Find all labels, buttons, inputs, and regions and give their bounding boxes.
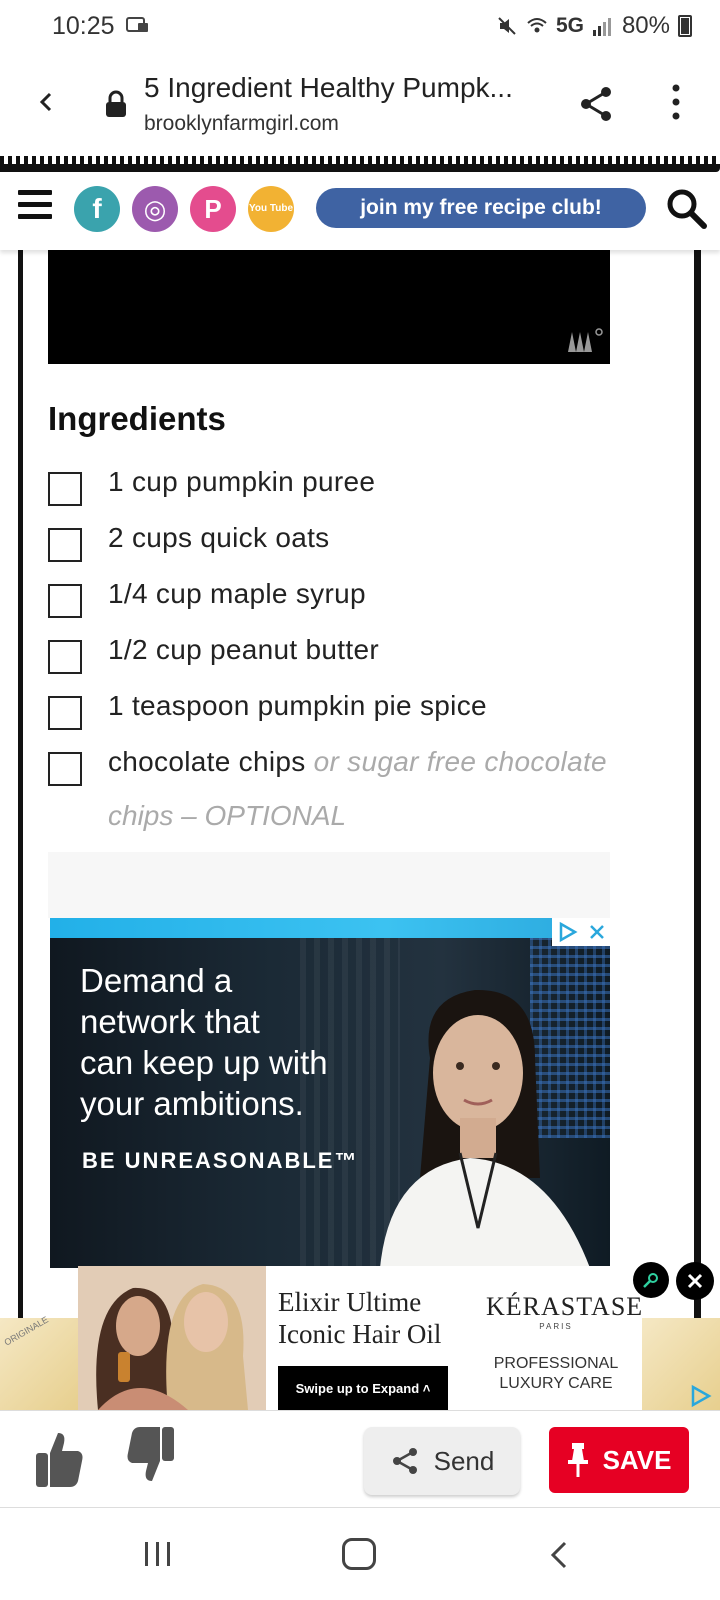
ad-close-icon[interactable] xyxy=(588,923,606,941)
network-ad[interactable]: Demand a network that can keep up with y… xyxy=(50,918,610,1268)
save-button[interactable]: SAVE xyxy=(549,1427,689,1493)
hair-ad-care-line: PROFESSIONAL xyxy=(493,1355,619,1372)
ingredient-item: 2 cups quick oats xyxy=(48,518,688,574)
page-title[interactable]: 5 Ingredient Healthy Pumpk... xyxy=(144,72,534,104)
ingredient-name: chocolate chips xyxy=(108,746,306,777)
ingredient-text: 2 cups quick oats xyxy=(108,522,330,553)
ingredient-text: chocolate chips or sugar free chocolate xyxy=(108,746,607,778)
ingredient-checkbox[interactable] xyxy=(48,696,82,730)
ad-close-button[interactable] xyxy=(676,1262,714,1300)
ingredients-heading: Ingredients xyxy=(48,400,226,437)
ad-headline-line: network that xyxy=(80,1003,260,1040)
ingredient-item: chocolate chips or sugar free chocolate … xyxy=(48,742,688,862)
hair-ad-models-image xyxy=(78,1266,266,1410)
hair-ad-care-line: LUXURY CARE xyxy=(499,1375,613,1392)
hair-ad-title-line: Elixir Ultime xyxy=(278,1287,422,1317)
menu-icon[interactable] xyxy=(18,190,52,220)
hair-ad-title: Elixir Ultime Iconic Hair Oil xyxy=(278,1286,441,1350)
swipe-expand-button[interactable]: Swipe up to Expand ˄ xyxy=(278,1366,448,1410)
status-time: 10:25 xyxy=(52,12,115,40)
ingredient-note: or sugar free chocolate xyxy=(313,746,607,777)
search-icon[interactable] xyxy=(664,186,708,230)
pinterest-icon[interactable]: P xyxy=(190,186,236,232)
ad-headline-line: your ambitions. xyxy=(80,1085,304,1122)
ad-choices-icon[interactable] xyxy=(557,921,579,943)
video-brand-logo-icon xyxy=(568,328,603,352)
ad-headline-line: can keep up with xyxy=(80,1044,328,1081)
notification-image-icon xyxy=(126,17,148,32)
lock-icon xyxy=(106,90,126,117)
status-indicators: 5G 80% xyxy=(496,12,692,40)
battery-percent: 80% xyxy=(621,12,670,39)
ingredient-item: 1 cup pumpkin puree xyxy=(48,462,688,518)
hair-oil-ad[interactable]: Elixir Ultime Iconic Hair Oil Swipe up t… xyxy=(78,1266,642,1410)
send-button[interactable]: Send xyxy=(364,1427,520,1495)
ingredient-checkbox[interactable] xyxy=(48,584,82,618)
content-frame-left xyxy=(18,250,23,1320)
page-url[interactable]: brooklynfarmgirl.com xyxy=(144,112,339,136)
video-player[interactable] xyxy=(48,250,610,364)
hair-ad-care-text: PROFESSIONAL LUXURY CARE xyxy=(478,1354,634,1394)
youtube-icon[interactable]: You Tube xyxy=(248,186,294,232)
hair-ad-strip-text: ORIGINALE xyxy=(2,1314,50,1348)
ingredient-item: 1/4 cup maple syrup xyxy=(48,574,688,630)
status-bar: 10:25 5G 80% xyxy=(0,0,720,52)
expand-link-icon[interactable] xyxy=(641,1270,661,1290)
ingredient-checkbox[interactable] xyxy=(48,528,82,562)
back-arrow-icon[interactable] xyxy=(32,88,60,116)
content-frame-right xyxy=(694,250,701,1320)
hair-ad-strip-left: ORIGINALE xyxy=(0,1314,78,1410)
battery-icon xyxy=(678,15,692,37)
ad-headline-line: Demand a xyxy=(80,962,233,999)
home-icon[interactable] xyxy=(342,1538,376,1570)
share-icon[interactable] xyxy=(576,84,616,124)
ad-choices[interactable] xyxy=(552,918,610,946)
ingredient-item: 1/2 cup peanut butter xyxy=(48,630,688,686)
ingredients-list: 1 cup pumpkin puree 2 cups quick oats 1/… xyxy=(48,462,688,862)
system-back-icon[interactable] xyxy=(548,1540,570,1570)
ad-placeholder xyxy=(48,852,610,918)
hair-ad-title-line: Iconic Hair Oil xyxy=(278,1319,442,1349)
ingredient-item: 1 teaspoon pumpkin pie spice xyxy=(48,686,688,742)
send-label: Send xyxy=(433,1445,495,1476)
browser-toolbar: 5 Ingredient Healthy Pumpk... brooklynfa… xyxy=(0,52,720,154)
ingredient-text: 1/4 cup maple syrup xyxy=(108,578,366,609)
recipe-club-button[interactable]: join my free recipe club! xyxy=(316,188,646,228)
more-options-icon[interactable] xyxy=(668,82,684,122)
send-share-icon xyxy=(392,1448,417,1474)
wifi-calling-icon xyxy=(527,18,547,33)
hair-ad-brand: KÉRASTASE xyxy=(486,1292,644,1321)
thumbs-down-icon[interactable] xyxy=(124,1425,178,1485)
recent-apps-icon[interactable] xyxy=(144,1540,172,1568)
screen: 10:25 5G 80% 5 Ingredient Healthy Pumpk.… xyxy=(0,0,720,1600)
ad-choices-icon[interactable] xyxy=(688,1384,714,1408)
system-navigation-bar xyxy=(0,1510,720,1600)
ad-top-bar xyxy=(50,918,610,938)
ingredient-text: 1 cup pumpkin puree xyxy=(108,466,376,497)
save-label: SAVE xyxy=(602,1444,672,1475)
pin-action-bar: Send SAVE xyxy=(0,1410,720,1508)
pin-icon xyxy=(567,1443,588,1477)
ad-headline: Demand a network that can keep up with y… xyxy=(80,960,328,1124)
instagram-icon[interactable]: ◎ xyxy=(132,186,178,232)
ingredient-checkbox[interactable] xyxy=(48,472,82,506)
ad-tagline: BE UNREASONABLE™ xyxy=(82,1148,359,1173)
ad-expand-button[interactable] xyxy=(633,1262,669,1298)
close-icon[interactable] xyxy=(686,1272,704,1290)
site-nav: f ◎ P You Tube join my free recipe club! xyxy=(0,172,720,250)
hair-ad-brand-sub: PARIS xyxy=(539,1322,573,1331)
signal-icon xyxy=(592,18,611,36)
ingredient-checkbox[interactable] xyxy=(48,640,82,674)
ad-person-image xyxy=(380,989,590,1268)
ingredient-note-continued: chips – OPTIONAL xyxy=(108,800,347,831)
thumbs-up-icon[interactable] xyxy=(32,1429,86,1489)
ingredient-text: 1 teaspoon pumpkin pie spice xyxy=(108,690,487,721)
mute-icon xyxy=(498,17,516,35)
ingredient-checkbox[interactable] xyxy=(48,752,82,786)
ingredient-text: 1/2 cup peanut butter xyxy=(108,634,379,665)
facebook-icon[interactable]: f xyxy=(74,186,120,232)
decorative-border xyxy=(0,156,720,172)
network-type: 5G xyxy=(555,14,584,37)
